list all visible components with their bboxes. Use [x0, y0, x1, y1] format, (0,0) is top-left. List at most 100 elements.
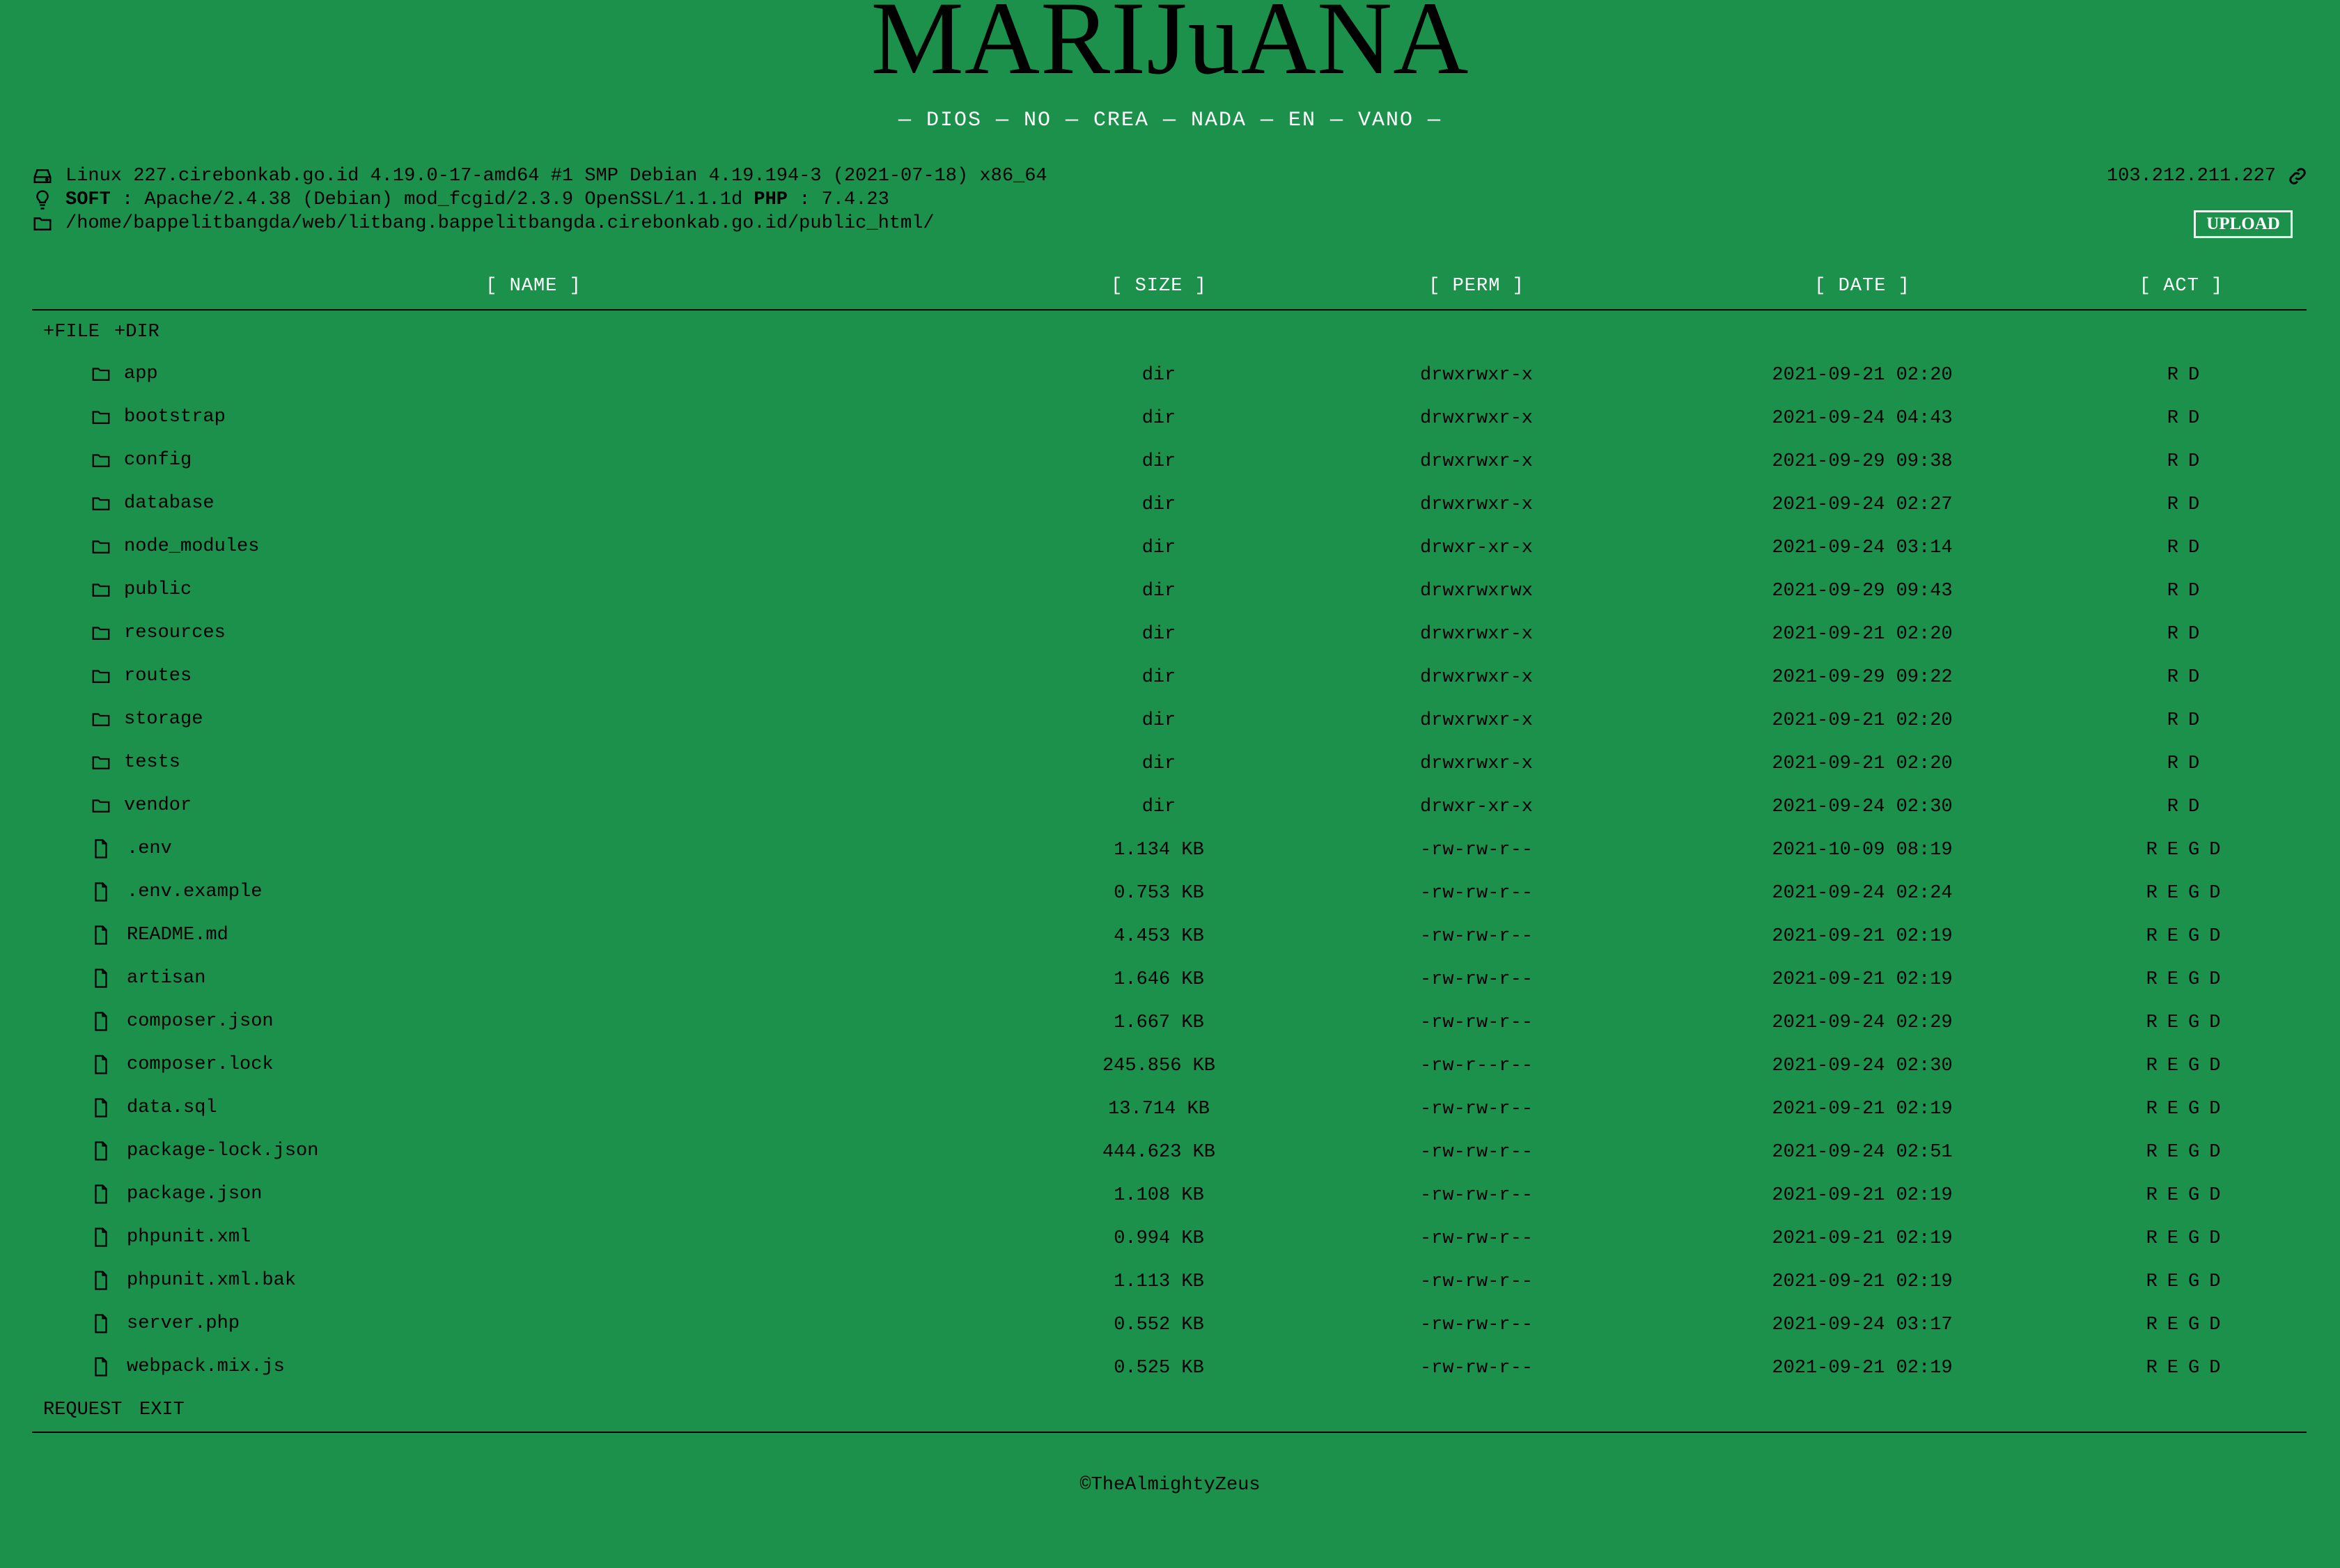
- entry-name-text[interactable]: server.php: [127, 1313, 240, 1334]
- entry-name-text[interactable]: phpunit.xml: [127, 1227, 251, 1248]
- entry-perm[interactable]: -rw-rw-r--: [1420, 969, 1533, 990]
- action-R[interactable]: R: [2167, 797, 2178, 817]
- action-E[interactable]: E: [2167, 1142, 2178, 1163]
- entry-perm[interactable]: -rw-rw-r--: [1420, 1012, 1533, 1033]
- entry-name-text[interactable]: routes: [124, 666, 192, 687]
- action-G[interactable]: G: [2188, 1315, 2199, 1335]
- action-D[interactable]: D: [2209, 926, 2220, 947]
- entry-perm[interactable]: -rw-rw-r--: [1420, 840, 1533, 861]
- action-D[interactable]: D: [2188, 667, 2199, 688]
- entry-name-text[interactable]: README.md: [127, 925, 228, 946]
- action-R[interactable]: R: [2146, 969, 2158, 990]
- entry-name[interactable]: app: [91, 363, 158, 384]
- entry-name-text[interactable]: composer.json: [127, 1011, 274, 1032]
- entry-perm[interactable]: -rw-rw-r--: [1420, 1271, 1533, 1292]
- entry-date[interactable]: 2021-09-24 02:30: [1772, 1056, 1952, 1076]
- entry-perm[interactable]: -rw-rw-r--: [1420, 1228, 1533, 1249]
- action-D[interactable]: D: [2209, 1271, 2220, 1292]
- entry-perm[interactable]: drwxrwxr-x: [1420, 624, 1533, 645]
- entry-name-text[interactable]: tests: [124, 752, 180, 773]
- action-D[interactable]: D: [2209, 1099, 2220, 1120]
- action-D[interactable]: D: [2188, 753, 2199, 774]
- action-G[interactable]: G: [2188, 1185, 2199, 1206]
- action-D[interactable]: D: [2188, 408, 2199, 429]
- action-D[interactable]: D: [2209, 1142, 2220, 1163]
- action-E[interactable]: E: [2167, 1271, 2178, 1292]
- action-E[interactable]: E: [2167, 1358, 2178, 1379]
- action-R[interactable]: R: [2146, 926, 2158, 947]
- entry-name[interactable]: phpunit.xml: [91, 1227, 251, 1248]
- entry-date[interactable]: 2021-09-24 03:17: [1772, 1315, 1952, 1335]
- entry-name-text[interactable]: .env: [127, 838, 172, 859]
- action-R[interactable]: R: [2146, 1185, 2158, 1206]
- action-R[interactable]: R: [2146, 1142, 2158, 1163]
- entry-name[interactable]: artisan: [91, 968, 205, 989]
- action-D[interactable]: D: [2188, 365, 2199, 386]
- action-R[interactable]: R: [2146, 1012, 2158, 1033]
- action-G[interactable]: G: [2188, 1012, 2199, 1033]
- entry-name-text[interactable]: vendor: [124, 795, 192, 816]
- action-E[interactable]: E: [2167, 1012, 2178, 1033]
- entry-date[interactable]: 2021-09-29 09:22: [1772, 667, 1952, 688]
- entry-name-text[interactable]: data.sql: [127, 1097, 217, 1118]
- action-R[interactable]: R: [2167, 538, 2178, 558]
- new-file-link[interactable]: +FILE: [43, 322, 100, 343]
- entry-name[interactable]: server.php: [91, 1313, 240, 1334]
- action-D[interactable]: D: [2209, 1358, 2220, 1379]
- action-E[interactable]: E: [2167, 926, 2178, 947]
- action-R[interactable]: R: [2167, 624, 2178, 645]
- action-G[interactable]: G: [2188, 1271, 2199, 1292]
- entry-name[interactable]: database: [91, 493, 214, 514]
- action-R[interactable]: R: [2167, 710, 2178, 731]
- action-R[interactable]: R: [2146, 1056, 2158, 1076]
- entry-name[interactable]: .env: [91, 838, 172, 859]
- entry-perm[interactable]: drwxrwxr-x: [1420, 753, 1533, 774]
- action-G[interactable]: G: [2188, 883, 2199, 904]
- entry-name[interactable]: .env.example: [91, 881, 262, 902]
- entry-date[interactable]: 2021-09-21 02:20: [1772, 624, 1952, 645]
- action-D[interactable]: D: [2188, 538, 2199, 558]
- action-G[interactable]: G: [2188, 840, 2199, 861]
- entry-perm[interactable]: drwxrwxr-x: [1420, 451, 1533, 472]
- entry-name-text[interactable]: package-lock.json: [127, 1140, 318, 1161]
- action-R[interactable]: R: [2167, 451, 2178, 472]
- entry-date[interactable]: 2021-09-21 02:20: [1772, 753, 1952, 774]
- entry-date[interactable]: 2021-09-24 02:51: [1772, 1142, 1952, 1163]
- entry-name-text[interactable]: bootstrap: [124, 407, 226, 428]
- action-D[interactable]: D: [2209, 1185, 2220, 1206]
- action-E[interactable]: E: [2167, 1315, 2178, 1335]
- entry-name[interactable]: public: [91, 579, 192, 600]
- current-path[interactable]: /home/bappelitbangda/web/litbang.bappeli…: [65, 213, 935, 234]
- entry-perm[interactable]: -rw-r--r--: [1420, 1056, 1533, 1076]
- action-D[interactable]: D: [2209, 883, 2220, 904]
- action-G[interactable]: G: [2188, 1056, 2199, 1076]
- entry-name-text[interactable]: database: [124, 493, 214, 514]
- entry-perm[interactable]: -rw-rw-r--: [1420, 1099, 1533, 1120]
- action-E[interactable]: E: [2167, 840, 2178, 861]
- action-E[interactable]: E: [2167, 969, 2178, 990]
- action-D[interactable]: D: [2209, 1056, 2220, 1076]
- entry-perm[interactable]: drwxrwxr-x: [1420, 667, 1533, 688]
- action-D[interactable]: D: [2209, 1228, 2220, 1249]
- entry-perm[interactable]: drwxr-xr-x: [1420, 797, 1533, 817]
- action-D[interactable]: D: [2209, 840, 2220, 861]
- entry-name[interactable]: resources: [91, 622, 226, 643]
- entry-name[interactable]: data.sql: [91, 1097, 217, 1118]
- action-D[interactable]: D: [2188, 710, 2199, 731]
- entry-perm[interactable]: -rw-rw-r--: [1420, 1142, 1533, 1163]
- entry-date[interactable]: 2021-09-24 02:24: [1772, 883, 1952, 904]
- upload-button[interactable]: UPLOAD: [2194, 210, 2293, 238]
- action-E[interactable]: E: [2167, 1185, 2178, 1206]
- entry-name[interactable]: node_modules: [91, 536, 259, 557]
- action-R[interactable]: R: [2146, 1228, 2158, 1249]
- entry-name[interactable]: vendor: [91, 795, 192, 816]
- entry-name[interactable]: tests: [91, 752, 180, 773]
- action-E[interactable]: E: [2167, 1099, 2178, 1120]
- entry-name[interactable]: bootstrap: [91, 407, 226, 428]
- entry-date[interactable]: 2021-09-24 04:43: [1772, 408, 1952, 429]
- entry-name-text[interactable]: public: [124, 579, 192, 600]
- entry-date[interactable]: 2021-09-29 09:38: [1772, 451, 1952, 472]
- action-R[interactable]: R: [2167, 365, 2178, 386]
- entry-date[interactable]: 2021-09-21 02:19: [1772, 926, 1952, 947]
- entry-perm[interactable]: drwxr-xr-x: [1420, 538, 1533, 558]
